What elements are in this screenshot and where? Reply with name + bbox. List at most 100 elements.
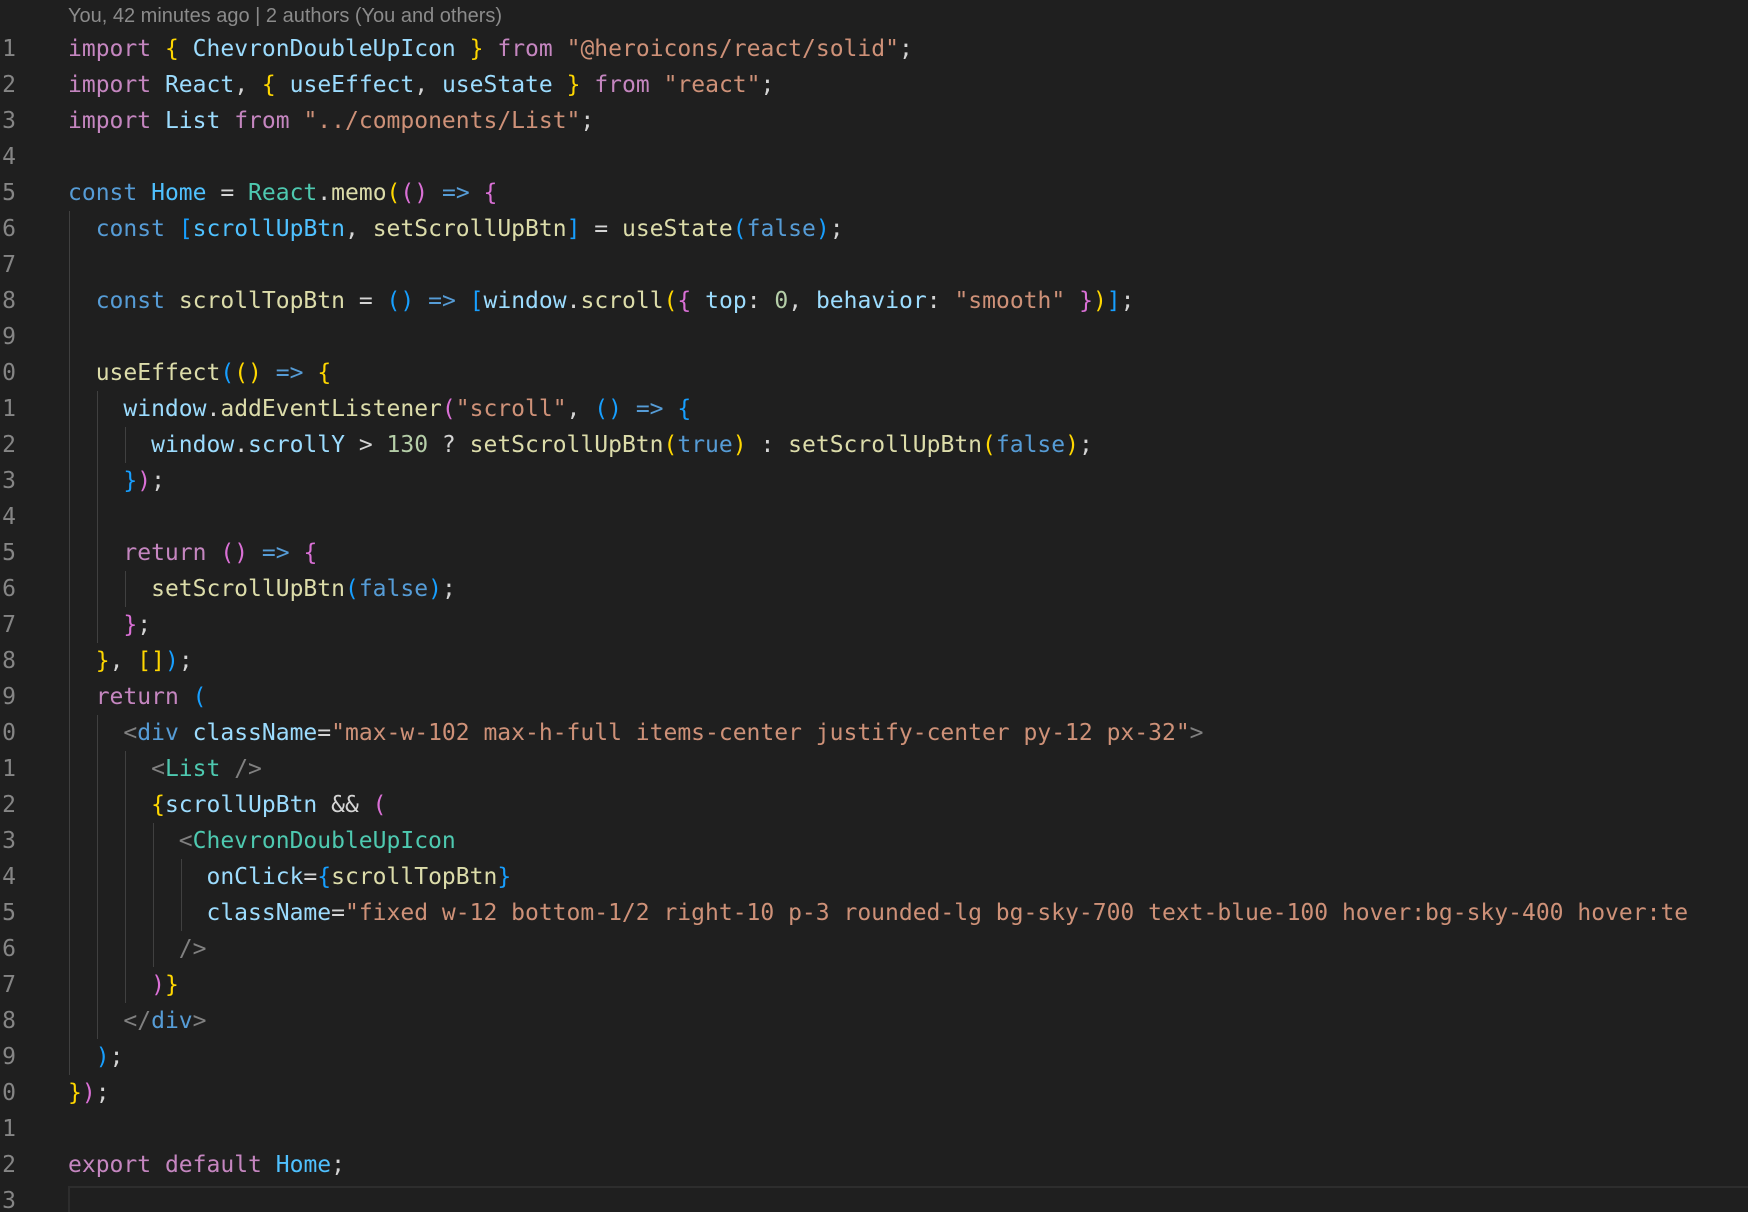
code-token: . [317, 180, 332, 206]
indent-guide [69, 247, 70, 283]
code-token: onClick [206, 864, 304, 890]
code-token: </ [123, 1008, 152, 1034]
line-number: 5 [2, 540, 16, 566]
code-token: true [677, 432, 733, 458]
code-token: = [317, 720, 332, 746]
code-token: ; [898, 36, 913, 62]
code-token: ( [192, 684, 207, 710]
code-line[interactable]: 8 const scrollTopBtn = () => [window.scr… [0, 283, 1748, 319]
code-token: "scroll" [455, 396, 567, 422]
code-token: } [123, 468, 138, 494]
code-line[interactable]: 3 import List from "../components/List"; [0, 103, 1748, 139]
code-token: : [926, 288, 955, 314]
code-token: ; [760, 72, 775, 98]
code-token: ; [441, 576, 456, 602]
code-line[interactable]: 4 onClick={scrollTopBtn} [0, 859, 1748, 895]
code-line[interactable]: 1 window.addEventListener("scroll", () =… [0, 391, 1748, 427]
code-token: ; [331, 1152, 345, 1178]
code-token: /> [234, 756, 262, 782]
code-token: const [68, 180, 138, 206]
code-token: < [178, 828, 193, 854]
code-token: { [677, 288, 692, 314]
code-token: ( [386, 180, 401, 206]
code-line[interactable]: 9 [0, 319, 1748, 355]
code-line[interactable]: 5 const Home = React.memo(() => { [0, 175, 1748, 211]
code-token: "smooth" [954, 288, 1066, 314]
code-token: , [788, 288, 816, 314]
code-line[interactable]: 0 useEffect(() => { [0, 355, 1748, 391]
code-line[interactable]: 2 {scrollUpBtn && ( [0, 787, 1748, 823]
code-line[interactable]: 2 export default Home; [0, 1147, 1748, 1183]
code-text: )} [68, 967, 179, 1003]
code-line[interactable]: 1 import { ChevronDoubleUpIcon } from "@h… [0, 31, 1748, 67]
code-token: List [164, 108, 221, 134]
line-number: 6 [2, 576, 16, 602]
code-line[interactable]: 6 const [scrollUpBtn, setScrollUpBtn] = … [0, 211, 1748, 247]
code-line[interactable]: 3 }); [0, 463, 1748, 499]
code-line[interactable]: 0}); [0, 1075, 1748, 1111]
code-token: , [414, 72, 442, 98]
code-token: => [275, 360, 304, 386]
code-token: => [261, 540, 290, 566]
line-number: 1 [2, 756, 16, 782]
code-text: import List from "../components/List"; [68, 103, 594, 139]
code-token: . [206, 396, 221, 422]
line-number: 9 [2, 684, 16, 710]
code-token: = [303, 864, 318, 890]
code-token: ( [663, 288, 678, 314]
line-number: 8 [2, 1008, 16, 1034]
line-number: 1 [2, 396, 16, 422]
code-line[interactable]: 6 /> [0, 931, 1748, 967]
current-line-highlight [68, 1186, 1748, 1212]
code-token: } [164, 972, 179, 998]
code-line[interactable]: 4 [0, 139, 1748, 175]
code-line[interactable]: 5 className="fixed w-12 bottom-1/2 right… [0, 895, 1748, 931]
code-text: window.addEventListener("scroll", () => … [68, 391, 691, 427]
code-line[interactable]: 7 )} [0, 967, 1748, 1003]
code-line[interactable]: 7 [0, 247, 1748, 283]
code-line[interactable]: 5 return () => { [0, 535, 1748, 571]
code-line[interactable]: 1 [0, 1111, 1748, 1147]
line-number: 0 [2, 720, 16, 746]
code-token: [ [178, 216, 193, 242]
code-line[interactable]: 7 }; [0, 607, 1748, 643]
code-line[interactable]: 8 }, []); [0, 643, 1748, 679]
line-number: 1 [2, 1116, 16, 1142]
code-line[interactable]: 9 ); [0, 1039, 1748, 1075]
code-line[interactable]: 4 [0, 499, 1748, 535]
code-token: false [746, 216, 816, 242]
code-token: ; [137, 612, 152, 638]
code-line[interactable]: 2 import React, { useEffect, useState } f… [0, 67, 1748, 103]
code-line[interactable]: 1 <List /> [0, 751, 1748, 787]
line-number: 3 [2, 828, 16, 854]
code-line[interactable]: 0 <div className="max-w-102 max-h-full i… [0, 715, 1748, 751]
code-token: div [151, 1008, 193, 1034]
code-token: . [234, 432, 249, 458]
code-line[interactable]: 3 <ChevronDoubleUpIcon [0, 823, 1748, 859]
code-line[interactable]: 8 </div> [0, 1003, 1748, 1039]
code-line[interactable]: 9 return ( [0, 679, 1748, 715]
code-line[interactable]: 2 window.scrollY > 130 ? setScrollUpBtn(… [0, 427, 1748, 463]
indent-guide [97, 499, 98, 535]
code-token: } [68, 1080, 82, 1106]
code-line[interactable]: 6 setScrollUpBtn(false); [0, 571, 1748, 607]
code-token: ( [732, 216, 747, 242]
code-text: {scrollUpBtn && ( [68, 787, 386, 823]
code-token: useEffect [95, 360, 221, 386]
code-editor[interactable]: You, 42 minutes ago | 2 authors (You and… [0, 0, 1748, 1212]
code-token: false [358, 576, 429, 602]
code-token: 130 [386, 432, 429, 458]
